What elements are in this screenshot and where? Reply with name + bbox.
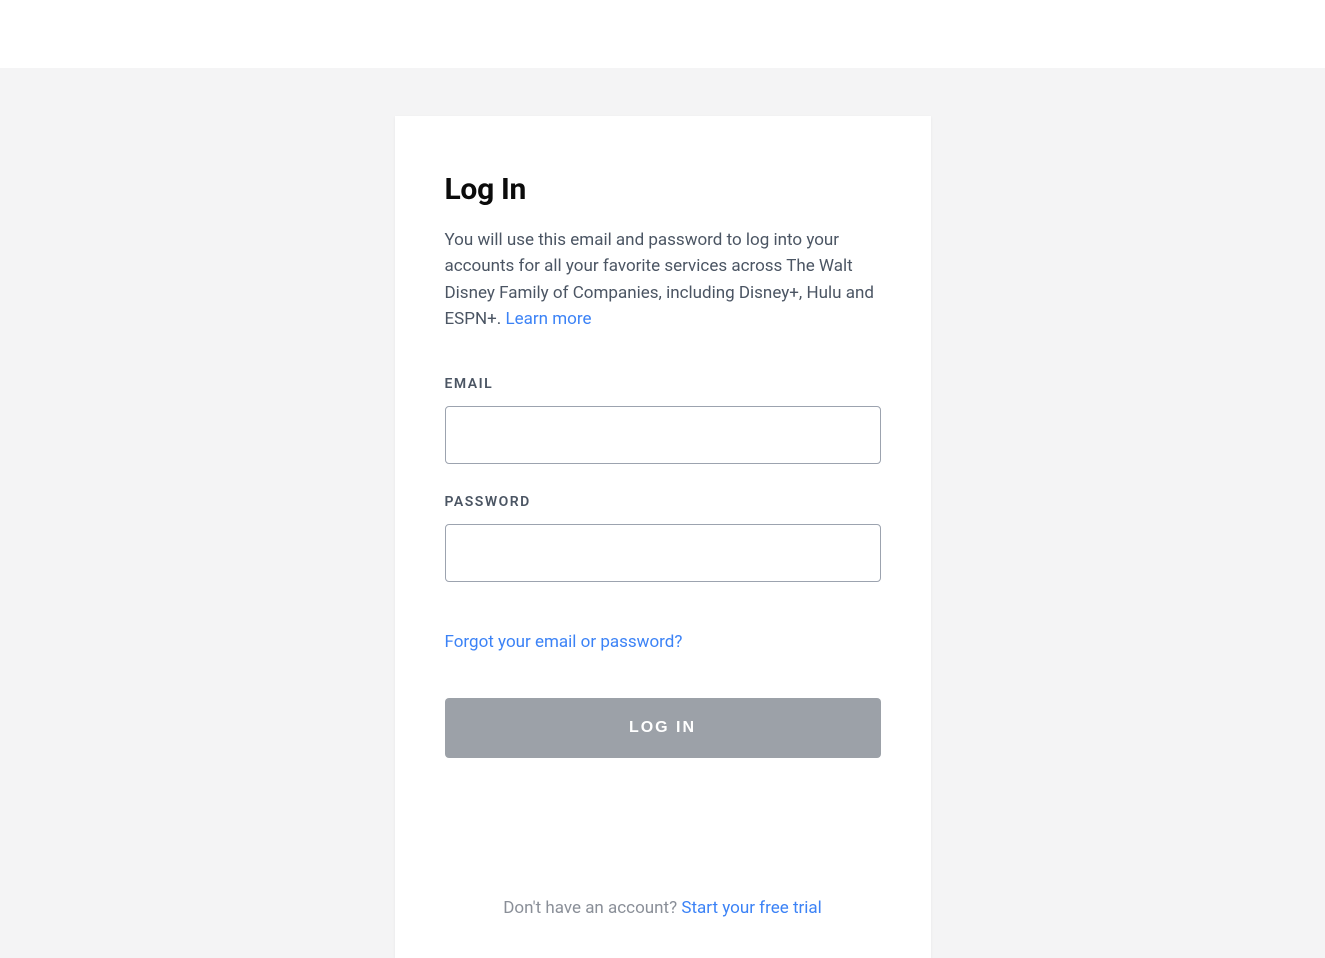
signup-link[interactable]: Start your free trial [681, 898, 821, 918]
login-description: You will use this email and password to … [445, 227, 881, 332]
login-card: Log In You will use this email and passw… [395, 116, 931, 958]
password-input[interactable] [445, 524, 881, 582]
top-bar [0, 0, 1325, 68]
email-input[interactable] [445, 406, 881, 464]
page-background: Log In You will use this email and passw… [0, 68, 1325, 958]
signup-row: Don't have an account? Start your free t… [445, 898, 881, 918]
learn-more-link[interactable]: Learn more [505, 309, 591, 329]
password-label: PASSWORD [445, 494, 881, 510]
email-label: EMAIL [445, 376, 881, 392]
login-button[interactable]: LOG IN [445, 698, 881, 758]
email-field-group: EMAIL [445, 376, 881, 464]
password-field-group: PASSWORD [445, 494, 881, 582]
signup-prompt: Don't have an account? [503, 898, 681, 918]
forgot-password-link[interactable]: Forgot your email or password? [445, 632, 683, 652]
login-title: Log In [445, 172, 881, 207]
